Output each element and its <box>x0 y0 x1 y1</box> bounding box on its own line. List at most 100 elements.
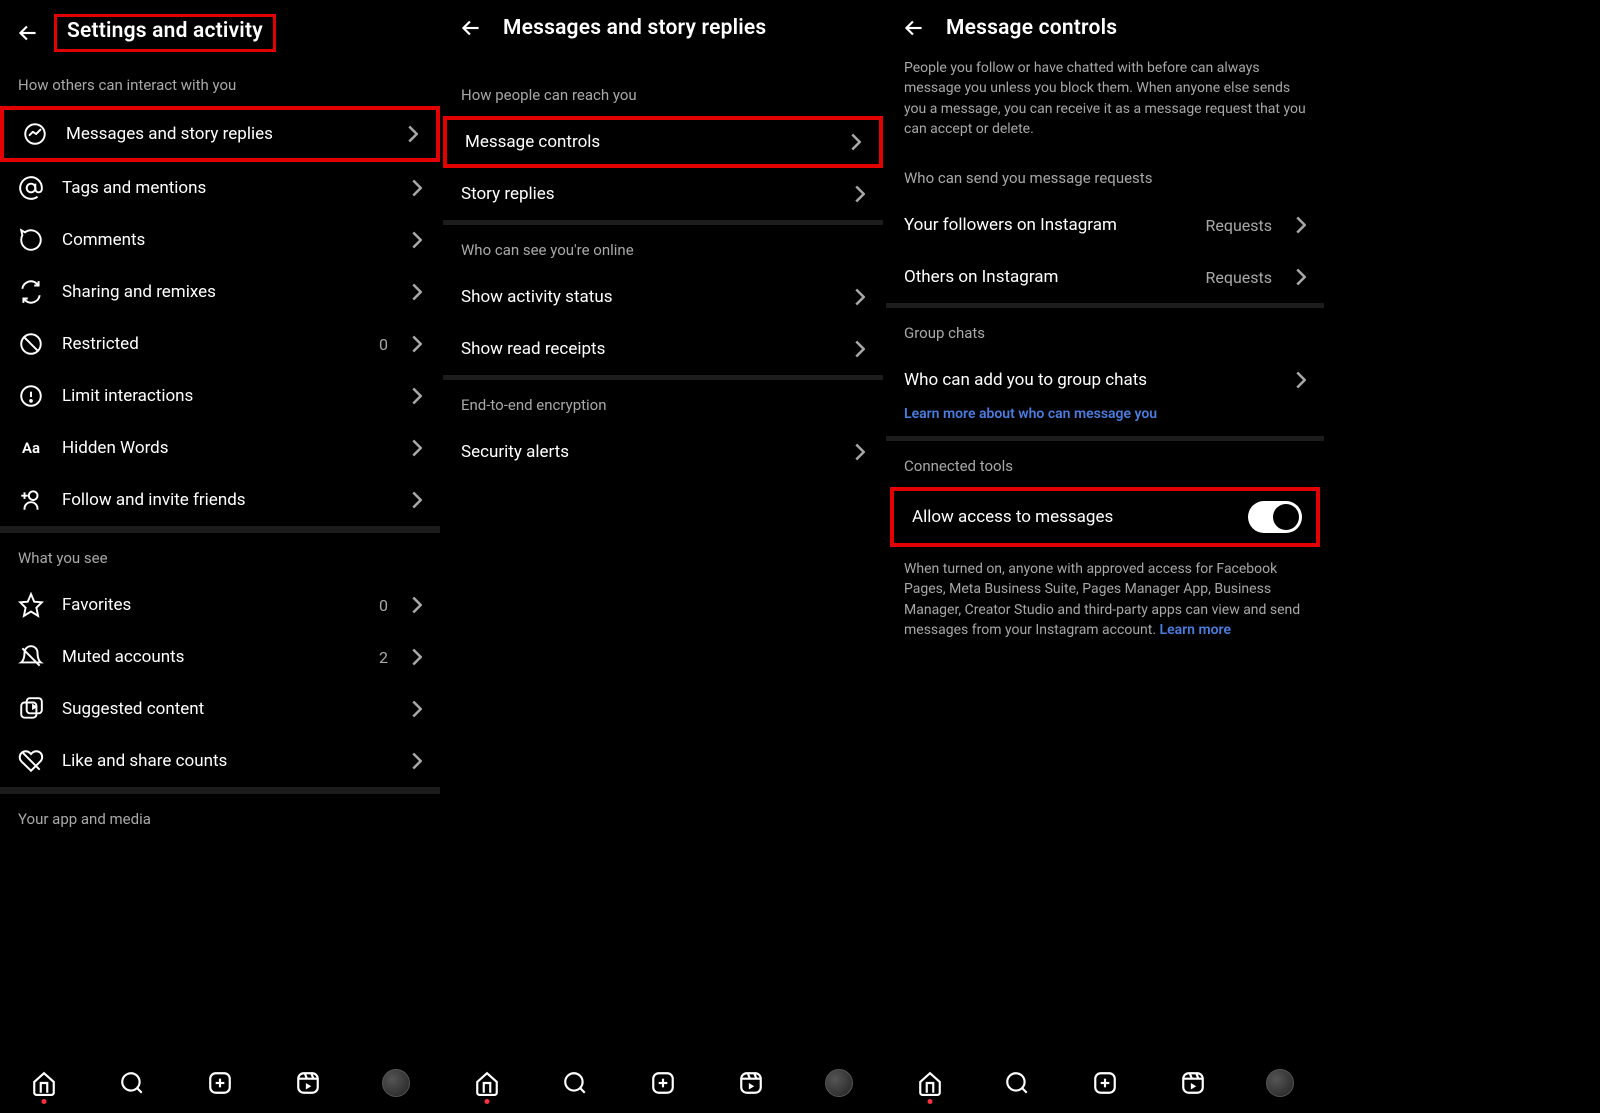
nav-home[interactable] <box>915 1068 945 1098</box>
nav-create[interactable] <box>1090 1068 1120 1098</box>
muted-icon <box>18 644 44 670</box>
row-others-requests[interactable]: Others on Instagram Requests <box>886 251 1324 303</box>
row-read-receipts[interactable]: Show read receipts <box>443 323 883 375</box>
toggle-switch[interactable] <box>1248 501 1302 533</box>
row-label: Hidden Words <box>62 438 394 458</box>
nav-search[interactable] <box>1002 1068 1032 1098</box>
row-group-chats[interactable]: Who can add you to group chats <box>886 354 1324 406</box>
row-label: Favorites <box>62 595 361 615</box>
row-label: Messages and story replies <box>66 124 390 144</box>
row-label: Like and share counts <box>62 751 394 771</box>
section-label: Group chats <box>886 308 1324 354</box>
row-value: 2 <box>379 648 388 667</box>
row-messages-story-replies[interactable]: Messages and story replies <box>0 106 440 162</box>
section-label: How others can interact with you <box>0 60 440 106</box>
section-label: Who can see you're online <box>443 225 883 271</box>
bottom-nav <box>0 1051 440 1113</box>
row-restricted[interactable]: Restricted 0 <box>0 318 440 370</box>
section-label: Your app and media <box>0 794 440 840</box>
header: Settings and activity <box>0 0 440 60</box>
section-label: End-to-end encryption <box>443 380 883 426</box>
row-hidden-words[interactable]: Aa Hidden Words <box>0 422 440 474</box>
row-allow-access[interactable]: Allow access to messages <box>894 491 1316 543</box>
row-tags-mentions[interactable]: Tags and mentions <box>0 162 440 214</box>
row-value: 0 <box>379 335 388 354</box>
notification-dot <box>485 1099 490 1104</box>
nav-reels[interactable] <box>736 1068 766 1098</box>
notification-dot <box>42 1099 47 1104</box>
back-button[interactable] <box>14 19 42 47</box>
section-label: Connected tools <box>886 441 1324 487</box>
row-value: 0 <box>379 596 388 615</box>
divider <box>0 526 440 533</box>
back-button[interactable] <box>900 14 928 42</box>
chevron-right-icon <box>412 491 422 509</box>
row-value: Requests <box>1206 268 1273 287</box>
row-label: Tags and mentions <box>62 178 394 198</box>
arrow-left-icon <box>901 15 927 41</box>
row-label: Security alerts <box>461 442 837 462</box>
nav-profile[interactable] <box>381 1068 411 1098</box>
chevron-right-icon <box>855 185 865 203</box>
header: Message controls <box>886 0 1324 50</box>
row-value: Requests <box>1206 216 1273 235</box>
toggle-label: Allow access to messages <box>912 507 1236 527</box>
toggle-knob <box>1273 504 1299 530</box>
nav-profile[interactable] <box>1265 1068 1295 1098</box>
row-suggested-content[interactable]: Suggested content <box>0 683 440 735</box>
chevron-right-icon <box>412 387 422 405</box>
row-like-share-counts[interactable]: Like and share counts <box>0 735 440 787</box>
nav-reels[interactable] <box>1178 1068 1208 1098</box>
row-favorites[interactable]: Favorites 0 <box>0 579 440 631</box>
row-limit-interactions[interactable]: Limit interactions <box>0 370 440 422</box>
section-label: How people can reach you <box>443 50 883 116</box>
nav-reels[interactable] <box>293 1068 323 1098</box>
back-button[interactable] <box>457 14 485 42</box>
chevron-right-icon <box>1296 216 1306 234</box>
intro-text: People you follow or have chatted with b… <box>886 50 1324 153</box>
nav-profile[interactable] <box>824 1068 854 1098</box>
row-story-replies[interactable]: Story replies <box>443 168 883 220</box>
restricted-icon <box>18 331 44 357</box>
row-message-controls[interactable]: Message controls <box>443 116 883 168</box>
hidden-words-icon: Aa <box>18 435 44 461</box>
chevron-right-icon <box>408 125 418 143</box>
page-title: Settings and activity <box>67 19 263 43</box>
settings-panel: Settings and activity How others can int… <box>0 0 440 1113</box>
chevron-right-icon <box>1296 371 1306 389</box>
chevron-right-icon <box>412 231 422 249</box>
row-label: Message controls <box>465 132 833 152</box>
row-sharing-remixes[interactable]: Sharing and remixes <box>0 266 440 318</box>
row-label: Show read receipts <box>461 339 837 359</box>
page-title: Message controls <box>946 16 1117 40</box>
learn-more-link[interactable]: Learn more about who can message you <box>886 406 1324 436</box>
row-follow-invite[interactable]: Follow and invite friends <box>0 474 440 526</box>
messages-story-replies-panel: Messages and story replies How people ca… <box>443 0 883 1113</box>
row-followers-requests[interactable]: Your followers on Instagram Requests <box>886 199 1324 251</box>
bottom-nav <box>886 1051 1324 1113</box>
row-label: Suggested content <box>62 699 394 719</box>
toggle-description: When turned on, anyone with approved acc… <box>886 547 1324 654</box>
nav-search[interactable] <box>560 1068 590 1098</box>
chevron-right-icon <box>855 288 865 306</box>
nav-create[interactable] <box>648 1068 678 1098</box>
row-label: Who can add you to group chats <box>904 370 1278 390</box>
message-controls-panel: Message controls People you follow or ha… <box>886 0 1324 1113</box>
section-label: Who can send you message requests <box>886 153 1324 199</box>
learn-more-inline-link[interactable]: Learn more <box>1160 622 1231 638</box>
row-muted-accounts[interactable]: Muted accounts 2 <box>0 631 440 683</box>
row-comments[interactable]: Comments <box>0 214 440 266</box>
heart-off-icon <box>18 748 44 774</box>
row-label: Show activity status <box>461 287 837 307</box>
row-activity-status[interactable]: Show activity status <box>443 271 883 323</box>
row-label: Comments <box>62 230 394 250</box>
nav-home[interactable] <box>29 1068 59 1098</box>
row-security-alerts[interactable]: Security alerts <box>443 426 883 478</box>
nav-create[interactable] <box>205 1068 235 1098</box>
header: Messages and story replies <box>443 0 883 50</box>
nav-search[interactable] <box>117 1068 147 1098</box>
avatar-icon <box>825 1069 853 1097</box>
nav-home[interactable] <box>472 1068 502 1098</box>
bottom-nav <box>443 1051 883 1113</box>
chevron-right-icon <box>855 340 865 358</box>
